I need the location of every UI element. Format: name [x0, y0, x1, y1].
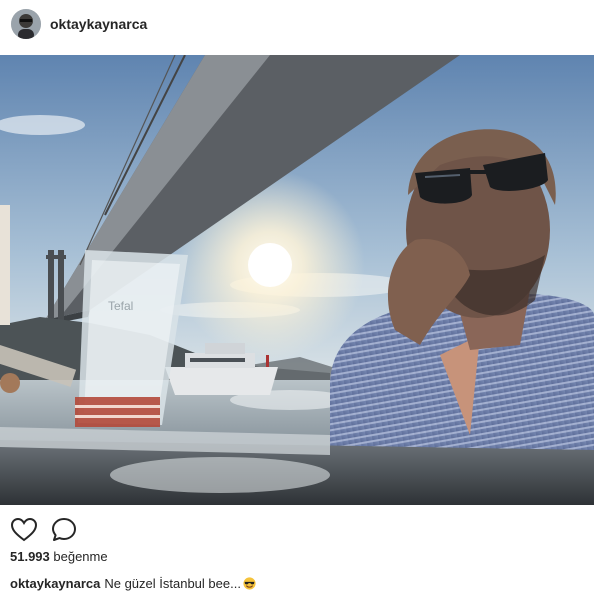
caption-username[interactable]: oktaykaynarca [10, 576, 100, 591]
likes-count[interactable]: 51.993 beğenme [10, 549, 108, 565]
heart-icon [10, 517, 38, 542]
post-caption: oktaykaynarca Ne güzel İstanbul bee... [10, 576, 256, 592]
post-actions [0, 510, 594, 546]
like-button[interactable] [10, 516, 38, 544]
likes-number: 51.993 [10, 549, 50, 564]
smiling-face-with-sunglasses-emoji [243, 577, 256, 590]
likes-label: beğenme [53, 549, 108, 564]
comment-icon [52, 518, 76, 541]
avatar-image [11, 9, 41, 39]
avatar[interactable] [11, 9, 41, 39]
caption-text: Ne güzel İstanbul bee... [104, 576, 241, 591]
comment-button[interactable] [50, 516, 78, 544]
glass-logo-text: Tefal [108, 299, 133, 313]
post-photo[interactable]: Tefal [0, 55, 594, 505]
post-header: oktaykaynarca [0, 0, 594, 50]
post-username[interactable]: oktaykaynarca [50, 15, 147, 33]
photo-scene: Tefal [0, 55, 594, 505]
